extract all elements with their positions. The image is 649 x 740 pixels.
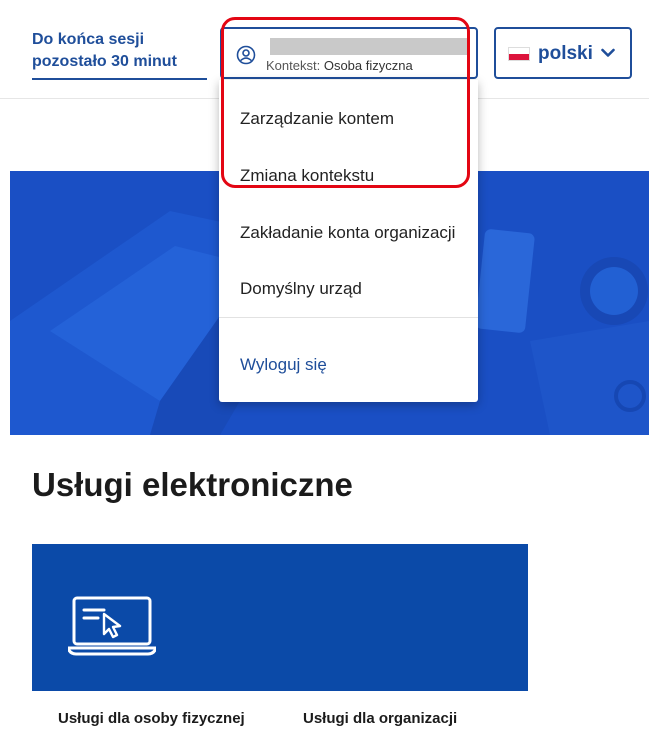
context-value: Osoba fizyczna [323,58,413,73]
poland-flag-icon [508,47,530,61]
context-label: Kontekst: [266,58,321,73]
language-select-button[interactable]: polski [494,27,632,79]
account-context: Kontekst: Osoba fizyczna [266,58,413,73]
menu-item-change-context[interactable]: Zmiana kontekstu [240,166,374,186]
services-organization-link[interactable]: Usługi dla organizacji [303,710,457,727]
user-circle-icon [236,45,256,65]
services-heading: Usługi elektroniczne [32,466,353,503]
account-dropdown-menu: Zarządzanie kontem Zmiana kontekstu Zakł… [219,80,478,402]
menu-item-create-organization-account[interactable]: Zakładanie konta organizacji [240,223,455,243]
session-timer-line2: pozostało 30 minut [32,53,177,70]
services-individual-link[interactable]: Usługi dla osoby fizycznej [58,710,245,727]
masked-user-name [270,38,468,55]
services-tile[interactable] [32,544,528,691]
session-timer: Do końca sesji pozostało 30 minut [32,29,207,80]
menu-item-default-office[interactable]: Domyślny urząd [240,279,362,299]
account-menu-button[interactable]: Kontekst: Osoba fizyczna [220,27,478,79]
menu-item-account-management[interactable]: Zarządzanie kontem [240,109,394,129]
logout-link[interactable]: Wyloguj się [240,355,327,375]
menu-divider [219,317,478,318]
laptop-cursor-icon [68,596,156,656]
session-timer-line1: Do końca sesji [32,31,145,48]
language-label: polski [538,43,593,64]
chevron-down-icon [601,48,615,57]
